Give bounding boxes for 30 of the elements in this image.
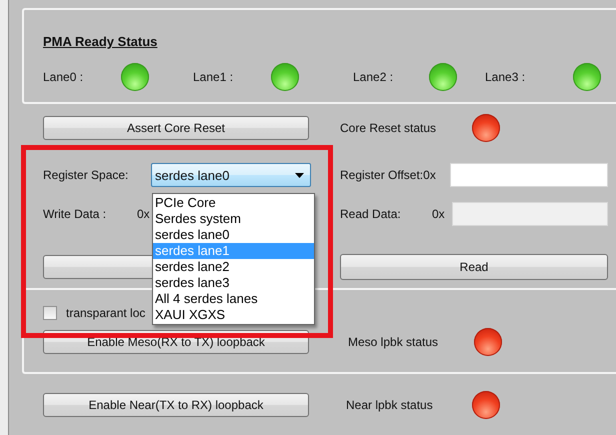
checkbox[interactable] bbox=[43, 306, 57, 320]
lane-label: Lane3 : bbox=[485, 70, 526, 84]
status-label: Near lpbk status bbox=[345, 398, 434, 412]
dropdown-option[interactable]: XAUI XGXS bbox=[153, 307, 314, 323]
dropdown-option[interactable]: All 4 serdes lanes bbox=[153, 291, 314, 307]
loopback-button[interactable]: Enable Near(TX to RX) loopback bbox=[43, 393, 309, 417]
dropdown-option[interactable]: serdes lane3 bbox=[153, 275, 314, 291]
caret-icon bbox=[295, 172, 304, 178]
dropdown-option[interactable]: serdes lane2 bbox=[153, 259, 314, 275]
dropdown-option[interactable]: Serdes system bbox=[153, 211, 314, 227]
status-label: Meso lpbk status bbox=[347, 335, 440, 349]
field-label: Read Data: bbox=[340, 207, 402, 221]
field-label: Write Data : bbox=[43, 207, 108, 221]
lane-label: Lane2 : bbox=[353, 70, 394, 84]
group-title: PMA Ready Status bbox=[43, 34, 158, 49]
register-space-dropdown[interactable]: serdes lane0 bbox=[151, 163, 311, 187]
dropdown-option[interactable]: PCIe Core bbox=[153, 195, 314, 211]
checkbox-label: transparant loc bbox=[66, 306, 146, 320]
field-label: Register Space: bbox=[43, 168, 130, 182]
read-button[interactable]: Read bbox=[340, 254, 608, 280]
input-field[interactable] bbox=[450, 163, 608, 187]
field-label: Register Offset:0x bbox=[340, 168, 437, 182]
hex-prefix: 0x bbox=[137, 207, 151, 221]
hex-prefix: 0x bbox=[432, 207, 446, 221]
dropdown-option[interactable]: serdes lane0 bbox=[153, 227, 314, 243]
assert-reset-button[interactable]: Assert Core Reset bbox=[43, 116, 309, 140]
input-field[interactable] bbox=[452, 202, 608, 226]
lane-label: Lane0 : bbox=[43, 70, 84, 84]
lane-label: Lane1 : bbox=[193, 70, 234, 84]
status-label: Core Reset status bbox=[340, 121, 438, 135]
